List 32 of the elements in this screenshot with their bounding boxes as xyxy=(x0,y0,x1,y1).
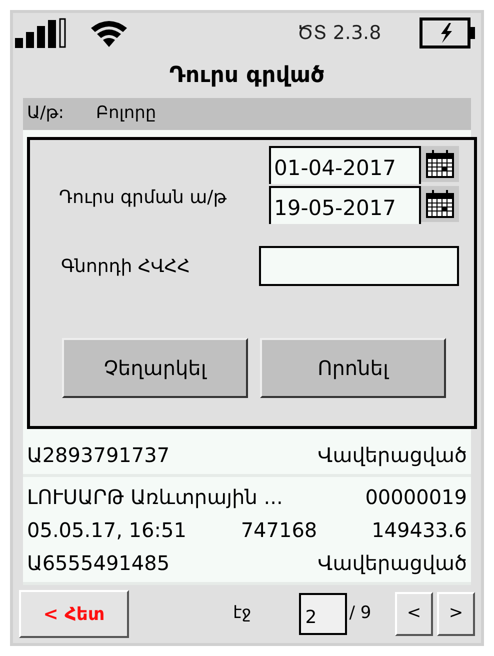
date-from-field[interactable]: 01-04-2017 xyxy=(269,146,421,184)
calendar-icon xyxy=(425,149,455,179)
row-id: Ա6555491485 xyxy=(27,550,170,576)
row-name: ԼՈՒՍԱՐԹ Առևտրային ... xyxy=(27,484,283,510)
buyer-tax-id-field[interactable] xyxy=(259,246,459,286)
dialog-button[interactable]: Չեղարկել xyxy=(62,338,248,398)
buyer-label: Գնորդի ՀՎՀՀ xyxy=(61,254,190,278)
row-status: Վավերացված xyxy=(318,550,467,576)
filter-value[interactable]: Բոլորը xyxy=(96,101,156,127)
date-label: Դուրս գրման ա/թ xyxy=(59,186,227,210)
next-page-button[interactable]: > xyxy=(437,592,475,636)
wifi-icon xyxy=(89,18,129,48)
filter-label: Ա/թ: xyxy=(27,102,64,126)
date-to-field[interactable]: 19-05-2017 xyxy=(269,186,421,224)
dialog-button[interactable]: Որոնել xyxy=(260,338,446,398)
battery-icon xyxy=(419,17,477,49)
row-id: Ա2893791737 xyxy=(27,442,170,468)
page-label: էջ xyxy=(233,602,252,626)
row-number: 747168 xyxy=(240,516,318,544)
row-date: 05.05.17, 16:51 xyxy=(27,516,186,544)
row-code: 00000019 xyxy=(365,484,467,510)
list-row[interactable]: ԼՈՒՍԱՐԹ Առևտրային ... 00000019 05.05.17, 16:51 747168 149433.6 Ա6555491485 Վավերացված xyxy=(23,477,471,585)
calendar-icon xyxy=(425,189,455,219)
page-total: / 9 xyxy=(349,602,372,626)
prev-page-button[interactable]: < xyxy=(395,592,433,636)
page-field[interactable]: 2 xyxy=(299,593,348,635)
calendar-button[interactable] xyxy=(421,146,459,182)
row-amount: 149433.6 xyxy=(372,516,467,544)
version-text: ԾՏ 2.3.8 xyxy=(297,20,382,46)
calendar-button[interactable] xyxy=(421,186,459,222)
row-status: Վավերացված xyxy=(318,442,467,468)
screen-title: Դուրս գրված xyxy=(168,62,326,90)
